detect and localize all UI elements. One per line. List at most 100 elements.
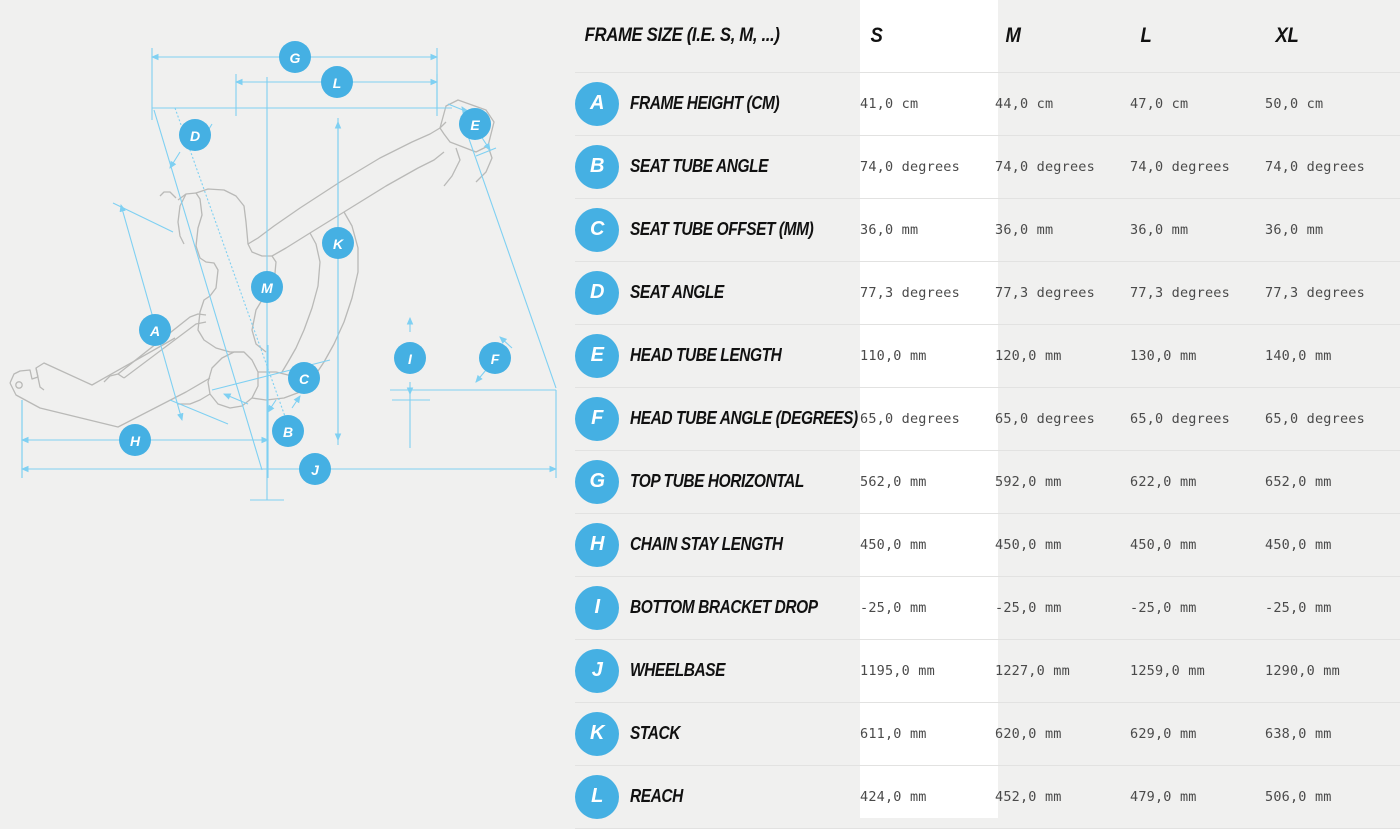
callout-badge-a[interactable]: A	[139, 314, 171, 346]
measurement-value-cell: 611,0 mm	[860, 702, 995, 766]
measurement-label-wrap: D SEAT ANGLE	[575, 270, 860, 315]
header-size-xl: XL	[1265, 0, 1384, 73]
measurement-value-cell: -25,0 mm	[995, 576, 1130, 640]
callout-badge-e[interactable]: E	[459, 108, 491, 140]
measurement-value-cell: 620,0 mm	[995, 702, 1130, 766]
measurement-value-cell: 506,0 mm	[1265, 765, 1400, 829]
callout-letter-f: F	[491, 351, 500, 367]
measurement-value-cell: 450,0 mm	[860, 513, 995, 577]
measurement-badge: I	[575, 585, 619, 630]
callout-letter-h: H	[130, 433, 141, 449]
measurement-value-cell: 74,0 degrees	[995, 135, 1130, 199]
callout-badge-i[interactable]: I	[394, 342, 426, 374]
measurement-value-cell: 450,0 mm	[1130, 513, 1265, 577]
measurement-value-cell: 77,3 degrees	[860, 261, 995, 325]
measurement-value-cell: 592,0 mm	[995, 450, 1130, 514]
measurement-label: REACH	[630, 786, 683, 806]
measurement-label: STACK	[630, 723, 681, 743]
measurement-label-wrap: J WHEELBASE	[575, 648, 860, 693]
measurement-badge: C	[575, 207, 619, 252]
measurement-label-cell: C SEAT TUBE OFFSET (MM)	[575, 198, 860, 262]
measurement-value-cell: 44,0 cm	[995, 72, 1130, 136]
frame-outline	[9, 99, 495, 428]
callout-badge-c[interactable]: C	[288, 362, 320, 394]
measurement-value-cell: 1290,0 mm	[1265, 639, 1400, 703]
table-row: B SEAT TUBE ANGLE 74,0 degrees 74,0 degrees…	[575, 135, 1400, 199]
geometry-table: FRAME SIZE (I.E. S, M, ...) S M L XL A FR…	[575, 0, 1400, 829]
measurement-value-cell: 41,0 cm	[860, 72, 995, 136]
measurement-label-wrap: F HEAD TUBE ANGLE (DEGREES)	[575, 396, 860, 441]
measurement-label: HEAD TUBE LENGTH	[630, 345, 782, 365]
measurement-value-cell: -25,0 mm	[1265, 576, 1400, 640]
callout-badge-j[interactable]: J	[299, 453, 331, 485]
callout-letter-m: M	[261, 280, 273, 296]
callout-badge-h[interactable]: H	[119, 424, 151, 456]
table-row: A FRAME HEIGHT (CM) 41,0 cm 44,0 cm 47,0 cm 5…	[575, 72, 1400, 136]
measurement-value-cell: 562,0 mm	[860, 450, 995, 514]
measurement-label-cell: L REACH	[575, 765, 860, 829]
measurement-value-cell: 1195,0 mm	[860, 639, 995, 703]
table-body: A FRAME HEIGHT (CM) 41,0 cm 44,0 cm 47,0 cm 5…	[575, 72, 1400, 829]
measurement-badge: K	[575, 711, 619, 756]
measurement-value-cell: 622,0 mm	[1130, 450, 1265, 514]
measurement-badge: B	[575, 144, 619, 189]
callout-badge-d[interactable]: D	[179, 119, 211, 151]
callout-badge-b[interactable]: B	[272, 415, 304, 447]
callout-badge-k[interactable]: K	[322, 227, 354, 259]
measurement-badge: G	[575, 459, 619, 504]
measurement-label-cell: K STACK	[575, 702, 860, 766]
geometry-page: G L D E K M A C I F B H J FRAME SIZE (I.…	[0, 0, 1400, 829]
measurement-value-cell: 450,0 mm	[1265, 513, 1400, 577]
measurement-label-cell: H CHAIN STAY LENGTH	[575, 513, 860, 577]
measurement-value-cell: 629,0 mm	[1130, 702, 1265, 766]
measurement-value-cell: 1227,0 mm	[995, 639, 1130, 703]
callout-badge-f[interactable]: F	[479, 342, 511, 374]
measurement-badge: J	[575, 648, 619, 693]
measurement-label: CHAIN STAY LENGTH	[630, 534, 783, 554]
measurement-label-wrap: K STACK	[575, 711, 860, 756]
measurement-badge: A	[575, 81, 619, 126]
measurement-label-cell: F HEAD TUBE ANGLE (DEGREES)	[575, 387, 860, 451]
callout-letter-k: K	[333, 236, 344, 252]
measurement-value-cell: 65,0 degrees	[1265, 387, 1400, 451]
measurement-label-cell: B SEAT TUBE ANGLE	[575, 135, 860, 199]
callout-letter-e: E	[470, 117, 480, 133]
table-row: H CHAIN STAY LENGTH 450,0 mm 450,0 mm 450,0 …	[575, 513, 1400, 577]
measurement-label: TOP TUBE HORIZONTAL	[630, 471, 804, 491]
measurement-value-cell: 74,0 degrees	[860, 135, 995, 199]
callout-badge-m[interactable]: M	[251, 271, 283, 303]
callout-badge-l[interactable]: L	[321, 66, 353, 98]
measurement-value-cell: -25,0 mm	[860, 576, 995, 640]
measurement-value-cell: 110,0 mm	[860, 324, 995, 388]
measurement-label: FRAME HEIGHT (CM)	[630, 93, 780, 113]
measurement-value-cell: 424,0 mm	[860, 765, 995, 829]
measurement-label-cell: I BOTTOM BRACKET DROP	[575, 576, 860, 640]
measurement-value-cell: 74,0 degrees	[1265, 135, 1400, 199]
callout-letter-g: G	[290, 50, 301, 66]
measurement-value-cell: 130,0 mm	[1130, 324, 1265, 388]
measurement-value-cell: 452,0 mm	[995, 765, 1130, 829]
header-size-s: S	[860, 0, 979, 73]
measurement-value-cell: 74,0 degrees	[1130, 135, 1265, 199]
measurement-value-cell: 36,0 mm	[1265, 198, 1400, 262]
table-row: E HEAD TUBE LENGTH 110,0 mm 120,0 mm 130,0 m…	[575, 324, 1400, 388]
measurement-label-cell: D SEAT ANGLE	[575, 261, 860, 325]
table-header: FRAME SIZE (I.E. S, M, ...) S M L XL	[575, 0, 1400, 73]
header-size-l: L	[1130, 0, 1249, 73]
measurement-value-cell: 77,3 degrees	[995, 261, 1130, 325]
measurement-value-cell: 36,0 mm	[860, 198, 995, 262]
table-header-row: FRAME SIZE (I.E. S, M, ...) S M L XL	[575, 0, 1400, 73]
header-size-m: M	[995, 0, 1114, 73]
measurement-label-wrap: E HEAD TUBE LENGTH	[575, 333, 860, 378]
measurement-label-wrap: L REACH	[575, 774, 860, 819]
callout-badge-g[interactable]: G	[279, 41, 311, 73]
callout-letter-b: B	[283, 424, 293, 440]
measurement-value-cell: 47,0 cm	[1130, 72, 1265, 136]
measurement-label-wrap: H CHAIN STAY LENGTH	[575, 522, 860, 567]
measurement-label: SEAT TUBE ANGLE	[630, 156, 769, 176]
measurement-label-cell: A FRAME HEIGHT (CM)	[575, 72, 860, 136]
frame-geometry-diagram: G L D E K M A C I F B H J	[0, 0, 575, 826]
diagram-svg: G L D E K M A C I F B H J	[9, 41, 558, 501]
measurement-value-cell: 140,0 mm	[1265, 324, 1400, 388]
measurement-value-cell: 120,0 mm	[995, 324, 1130, 388]
